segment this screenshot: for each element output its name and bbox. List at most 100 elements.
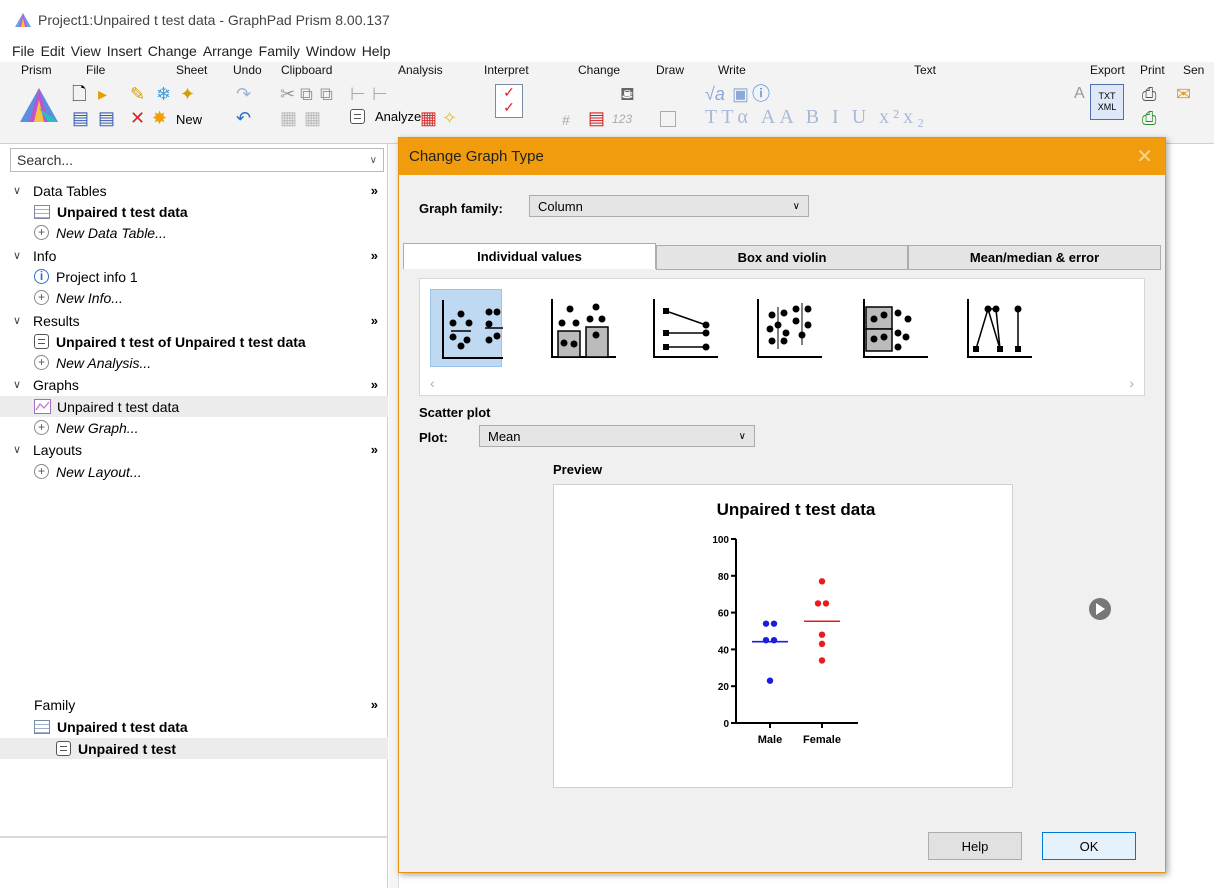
- equation-icon[interactable]: √a: [705, 84, 725, 104]
- search-input[interactable]: Search... ∨: [10, 148, 384, 172]
- thumb-bar-scatter[interactable]: [544, 289, 616, 367]
- analyze-icon: [350, 109, 365, 124]
- plot-dropdown[interactable]: Mean ∨: [479, 425, 755, 447]
- section-label: Graphs: [33, 376, 79, 393]
- family-item-data-table[interactable]: Unpaired t test data: [0, 716, 388, 737]
- draw-shape-icon[interactable]: [660, 111, 676, 127]
- chevron-down-icon: ∨: [13, 444, 22, 456]
- print-preview-icon[interactable]: ⎙: [1142, 108, 1156, 128]
- expand-more-icon[interactable]: »: [371, 248, 378, 263]
- close-icon[interactable]: ✕: [1136, 144, 1153, 169]
- menu-file[interactable]: File: [12, 43, 35, 59]
- open-file-icon[interactable]: ▸: [98, 84, 107, 104]
- paste-special-icon[interactable]: ⧉: [320, 84, 333, 104]
- chevron-down-icon: ∨: [369, 154, 377, 166]
- play-next-icon[interactable]: [1089, 598, 1111, 620]
- number-format-icon[interactable]: #: [562, 110, 570, 130]
- font-color-icon[interactable]: A: [1074, 84, 1085, 104]
- save-icon[interactable]: ▤: [72, 108, 89, 128]
- menu-family[interactable]: Family: [259, 43, 300, 59]
- sidebar-item-result[interactable]: Unpaired t test of Unpaired t test data: [0, 331, 388, 352]
- menu-help[interactable]: Help: [362, 43, 391, 59]
- paste-link-icon[interactable]: ▦: [304, 108, 321, 128]
- new-sheet-button[interactable]: New: [176, 112, 202, 127]
- menu-view[interactable]: View: [71, 43, 101, 59]
- pin-icon[interactable]: ✦: [180, 84, 195, 104]
- preview-chart: Unpaired t test data 0 20 40 60 80 100 Male Fem…: [712, 500, 876, 746]
- section-graphs[interactable]: ∨ Graphs »: [0, 374, 388, 395]
- edit-sheet-icon[interactable]: ✎: [130, 84, 145, 104]
- tab-mean-median-error[interactable]: Mean/median & error: [908, 245, 1161, 270]
- prism-menu-icon[interactable]: [18, 84, 60, 124]
- word-object-icon[interactable]: ▣: [732, 84, 749, 104]
- thumbnail-scrollbar[interactable]: ‹ ›: [422, 375, 1142, 393]
- paint-bucket-icon[interactable]: ⛾: [620, 84, 635, 104]
- decimal-format-icon[interactable]: 123: [612, 112, 632, 126]
- section-layouts[interactable]: ∨ Layouts »: [0, 439, 388, 460]
- menu-edit[interactable]: Edit: [41, 43, 65, 59]
- sidebar-item-new-analysis[interactable]: + New Analysis...: [0, 352, 388, 373]
- delete-sheet-icon[interactable]: ✕: [130, 108, 145, 128]
- analysis-chart-icon[interactable]: ⊢: [350, 84, 366, 104]
- change-graph-type-dialog: Change Graph Type ✕ Graph family: Column…: [398, 137, 1166, 873]
- pane-splitter[interactable]: [0, 836, 388, 838]
- scroll-right-icon[interactable]: ›: [1129, 375, 1134, 391]
- save-as-icon[interactable]: ▤: [98, 108, 115, 128]
- undo-icon[interactable]: ↶: [236, 108, 251, 128]
- sidebar-item-data-table[interactable]: Unpaired t test data: [0, 201, 388, 222]
- expand-more-icon[interactable]: »: [371, 313, 378, 328]
- thumb-lines[interactable]: [960, 289, 1032, 367]
- cut-icon[interactable]: ✂: [280, 84, 295, 104]
- paste-icon[interactable]: ▦: [280, 108, 297, 128]
- item-label: New Graph...: [56, 419, 139, 436]
- expand-more-icon[interactable]: »: [371, 377, 378, 392]
- help-button[interactable]: Help: [928, 832, 1022, 860]
- family-item-analysis[interactable]: Unpaired t test: [0, 738, 388, 759]
- thumb-scatter-spread[interactable]: [750, 289, 822, 367]
- interpret-checklist-icon[interactable]: ✓ ✓: [495, 84, 523, 118]
- thumb-before-after[interactable]: [646, 289, 718, 367]
- thumb-box-scatter[interactable]: [856, 289, 928, 367]
- section-info[interactable]: ∨ Info »: [0, 245, 388, 266]
- sidebar-item-new-data-table[interactable]: + New Data Table...: [0, 222, 388, 243]
- snowflake-icon[interactable]: ❄: [156, 84, 171, 104]
- analyze-table-icon[interactable]: ▦: [420, 108, 437, 128]
- analyze-button[interactable]: Analyze: [350, 109, 421, 124]
- expand-more-icon[interactable]: »: [371, 183, 378, 198]
- tab-individual-values[interactable]: Individual values: [403, 243, 656, 269]
- section-data-tables[interactable]: ∨ Data Tables »: [0, 180, 388, 201]
- menu-insert[interactable]: Insert: [107, 43, 142, 59]
- section-label: Results: [33, 312, 80, 329]
- thumb-scatter-mean[interactable]: [430, 289, 517, 367]
- redo-icon[interactable]: ↷: [236, 84, 251, 104]
- export-icon[interactable]: TXT XML: [1090, 84, 1124, 120]
- scroll-left-icon[interactable]: ‹: [430, 375, 435, 391]
- ribbon-group-file: File: [86, 63, 106, 77]
- menu-arrange[interactable]: Arrange: [203, 43, 253, 59]
- info-link-icon[interactable]: ⓘ: [752, 84, 770, 104]
- item-label: Unpaired t test data: [57, 398, 180, 415]
- sidebar-item-project-info[interactable]: i Project info 1: [0, 266, 388, 287]
- magic-wand-icon[interactable]: ✧: [442, 108, 457, 128]
- text-format-icons[interactable]: TTα AA B I U x²x₂: [705, 106, 928, 129]
- copy-icon[interactable]: ⧉: [300, 84, 313, 104]
- y-tick-label: 60: [718, 609, 730, 620]
- send-icon[interactable]: ✉: [1176, 84, 1191, 104]
- analysis-chart2-icon[interactable]: ⊢: [372, 84, 388, 104]
- change-table-icon[interactable]: ▤: [588, 108, 605, 128]
- expand-more-icon[interactable]: »: [371, 442, 378, 457]
- new-sheet-star-icon[interactable]: ✸: [152, 108, 167, 128]
- print-icon[interactable]: ⎙: [1142, 84, 1156, 104]
- expand-more-icon[interactable]: »: [371, 697, 378, 712]
- menu-change[interactable]: Change: [148, 43, 197, 59]
- sidebar-item-new-layout[interactable]: + New Layout...: [0, 461, 388, 482]
- new-file-icon[interactable]: 🗋: [72, 84, 86, 104]
- sidebar-item-graph[interactable]: Unpaired t test data: [0, 396, 388, 417]
- sidebar-item-new-info[interactable]: + New Info...: [0, 287, 388, 308]
- menu-window[interactable]: Window: [306, 43, 356, 59]
- ok-button[interactable]: OK: [1042, 832, 1136, 860]
- tab-box-and-violin[interactable]: Box and violin: [656, 245, 908, 270]
- section-results[interactable]: ∨ Results »: [0, 310, 388, 331]
- sidebar-item-new-graph[interactable]: + New Graph...: [0, 417, 388, 438]
- graph-family-dropdown[interactable]: Column ∨: [529, 195, 809, 217]
